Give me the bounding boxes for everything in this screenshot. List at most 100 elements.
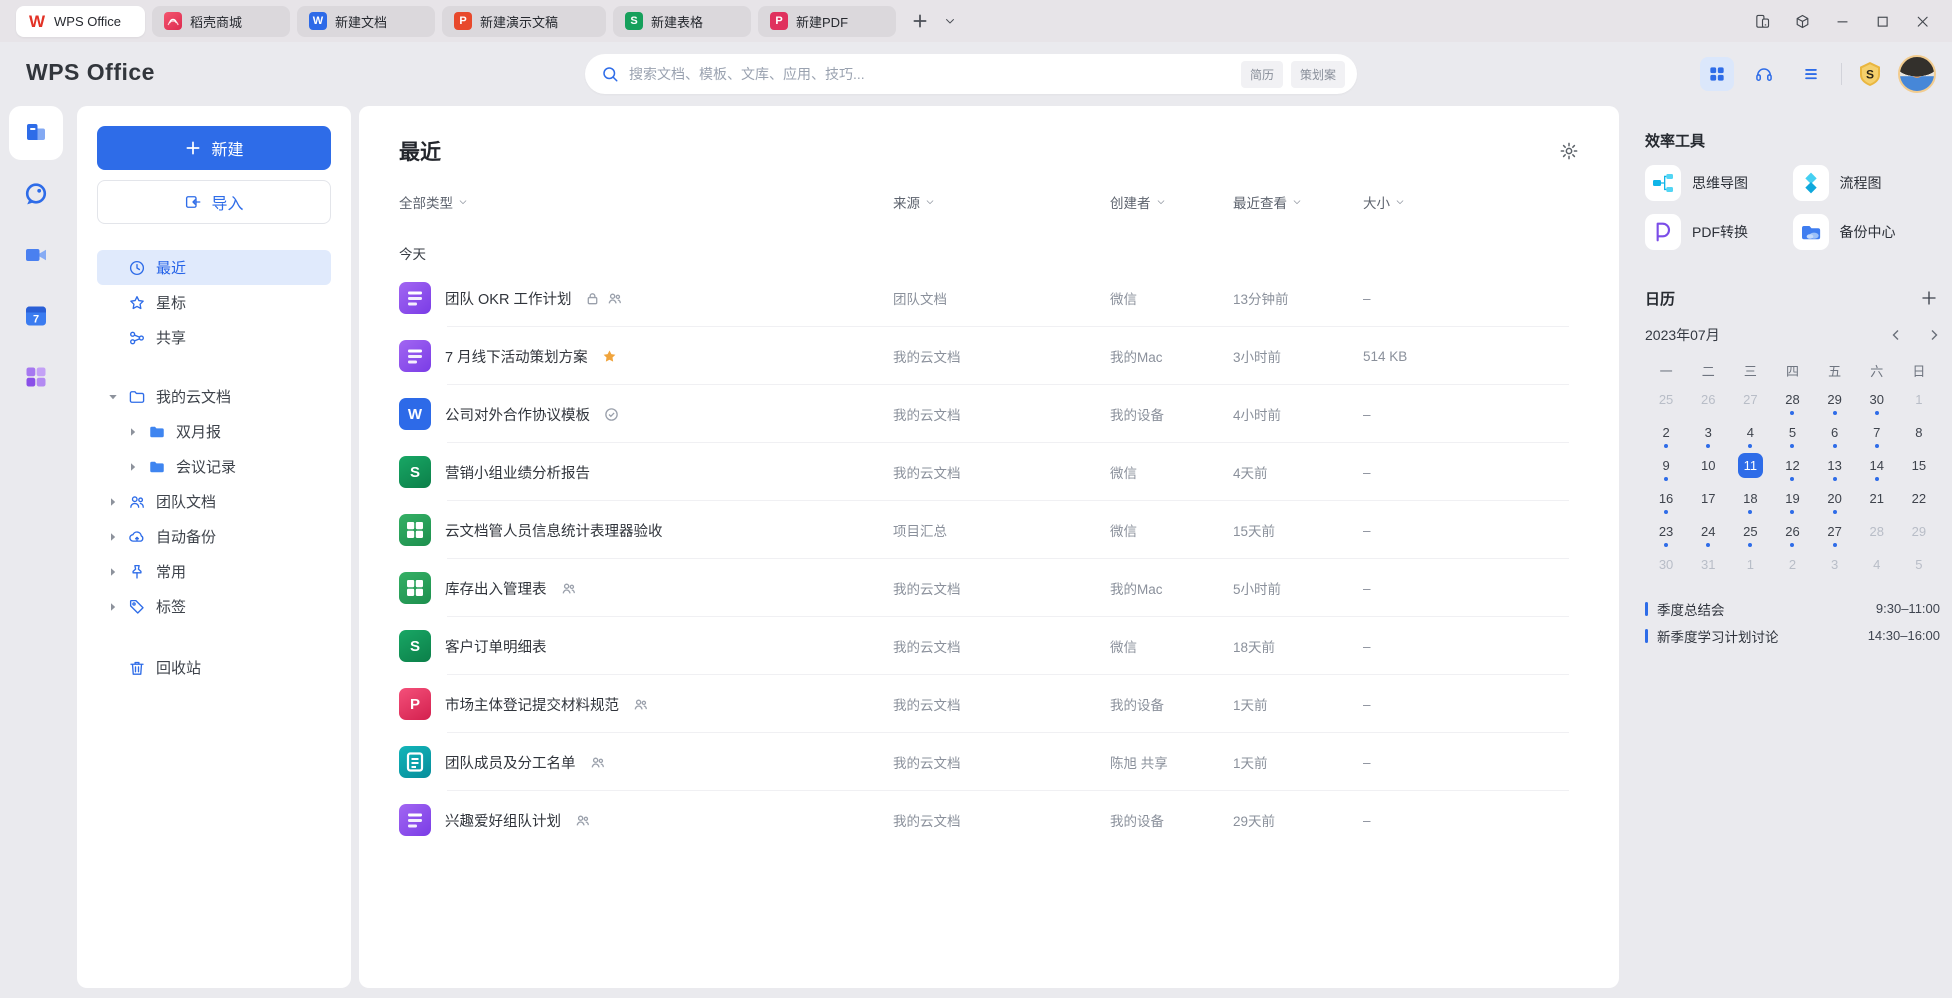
calendar-day[interactable]: 6 [1814,416,1856,449]
headset-button[interactable] [1747,57,1781,91]
calendar-day[interactable]: 1 [1898,383,1940,416]
calendar-prev-button[interactable] [1890,329,1902,341]
sidebar-item[interactable]: 共享 [97,320,331,355]
calendar-day[interactable]: 11 [1729,449,1771,482]
sidebar-tree-item[interactable]: 团队文档 [97,484,331,519]
sidebar-item[interactable]: 星标 [97,285,331,320]
calendar-day[interactable]: 30 [1645,548,1687,581]
sidebar-tree-item[interactable]: 会议记录 [97,449,331,484]
calendar-day[interactable]: 20 [1814,482,1856,515]
calendar-day[interactable]: 3 [1687,416,1729,449]
file-row[interactable]: 库存出入管理表 我的云文档 我的Mac 5小时前 – [399,559,1579,617]
calendar-day[interactable]: 7 [1856,416,1898,449]
device-sync-button[interactable] [1748,7,1776,35]
sidebar-tree-item[interactable]: 双月报 [97,414,331,449]
caret-right-icon[interactable] [108,532,118,542]
rail-item-meeting[interactable] [9,228,63,282]
calendar-day[interactable]: 4 [1856,548,1898,581]
add-event-button[interactable] [1920,289,1940,309]
caret-right-icon[interactable] [108,497,118,507]
settings-gear-icon[interactable] [1559,141,1579,161]
calendar-day[interactable]: 25 [1645,383,1687,416]
search-hot-tag[interactable]: 简历 [1241,61,1283,88]
tab[interactable]: P新建PDF [758,6,896,37]
file-row[interactable]: S客户订单明细表 我的云文档 微信 18天前 – [399,617,1579,675]
caret-down-icon[interactable] [108,392,118,402]
tab[interactable]: 稻壳商城 [152,6,290,37]
filter-dropdown[interactable]: 来源 [893,192,935,212]
tab-list-chevron-button[interactable] [937,8,963,34]
calendar-day[interactable]: 8 [1898,416,1940,449]
sidebar-tree-item[interactable]: 自动备份 [97,519,331,554]
calendar-event[interactable]: 新季度学习计划讨论14:30–16:00 [1645,622,1940,649]
filter-dropdown[interactable]: 创建者 [1110,192,1166,212]
calendar-day[interactable]: 27 [1814,515,1856,548]
sidebar-item[interactable]: 最近 [97,250,331,285]
calendar-day[interactable]: 12 [1771,449,1813,482]
sidebar-tree-item[interactable]: 常用 [97,554,331,589]
caret-right-icon[interactable] [108,602,118,612]
rail-item-apps-purple[interactable] [9,350,63,404]
tab[interactable]: P新建演示文稿 [442,6,606,37]
new-document-button[interactable]: 新建 [97,126,331,170]
workspace-cube-button[interactable] [1788,7,1816,35]
calendar-day[interactable]: 17 [1687,482,1729,515]
rail-item-calendar-7[interactable]: 7 [9,289,63,343]
minimize-button[interactable] [1828,7,1856,35]
calendar-day[interactable]: 30 [1856,383,1898,416]
calendar-day[interactable]: 21 [1856,482,1898,515]
calendar-day[interactable]: 22 [1898,482,1940,515]
calendar-day[interactable]: 18 [1729,482,1771,515]
menu-lines-button[interactable] [1794,57,1828,91]
file-row[interactable]: S营销小组业绩分析报告 我的云文档 微信 4天前 – [399,443,1579,501]
calendar-day[interactable]: 2 [1771,548,1813,581]
tab[interactable]: WWPS Office [16,6,145,37]
calendar-day[interactable]: 3 [1814,548,1856,581]
calendar-day[interactable]: 23 [1645,515,1687,548]
calendar-day[interactable]: 2 [1645,416,1687,449]
maximize-button[interactable] [1868,7,1896,35]
file-row[interactable]: 7 月线下活动策划方案 我的云文档 我的Mac 3小时前 514 KB [399,327,1579,385]
calendar-day[interactable]: 27 [1729,383,1771,416]
file-row[interactable]: W公司对外合作协议模板 我的云文档 我的设备 4小时前 – [399,385,1579,443]
calendar-day[interactable]: 14 [1856,449,1898,482]
sidebar-tree-item[interactable]: 标签 [97,589,331,624]
calendar-day[interactable]: 1 [1729,548,1771,581]
calendar-day[interactable]: 9 [1645,449,1687,482]
filter-dropdown[interactable]: 最近查看 [1233,192,1302,212]
calendar-day[interactable]: 29 [1814,383,1856,416]
calendar-day[interactable]: 19 [1771,482,1813,515]
calendar-day[interactable]: 5 [1771,416,1813,449]
calendar-day[interactable]: 31 [1687,548,1729,581]
rail-item-docs[interactable] [9,106,63,160]
calendar-day[interactable]: 25 [1729,515,1771,548]
tab[interactable]: S新建表格 [613,6,751,37]
calendar-day[interactable]: 29 [1898,515,1940,548]
tool-backup-center[interactable]: 备份中心 [1793,214,1941,250]
calendar-day[interactable]: 5 [1898,548,1940,581]
search-bar[interactable]: 搜索文档、模板、文库、应用、技巧... 简历策划案 [585,54,1357,94]
calendar-day[interactable]: 16 [1645,482,1687,515]
caret-right-icon[interactable] [128,427,138,437]
calendar-next-button[interactable] [1928,329,1940,341]
file-row[interactable]: 兴趣爱好组队计划 我的云文档 我的设备 29天前 – [399,791,1579,849]
calendar-day[interactable]: 28 [1856,515,1898,548]
sidebar-item-trash[interactable]: 回收站 [97,650,331,685]
new-tab-button[interactable] [907,8,933,34]
sidebar-tree-item[interactable]: 我的云文档 [97,379,331,414]
import-button[interactable]: 导入 [97,180,331,224]
filter-dropdown[interactable]: 全部类型 [399,192,468,212]
calendar-day[interactable]: 28 [1771,383,1813,416]
file-row[interactable]: 团队 OKR 工作计划 团队文档 微信 13分钟前 – [399,269,1579,327]
calendar-event[interactable]: 季度总结会9:30–11:00 [1645,595,1940,622]
search-hot-tag[interactable]: 策划案 [1291,61,1345,88]
calendar-day[interactable]: 15 [1898,449,1940,482]
filter-dropdown[interactable]: 大小 [1363,192,1405,212]
tab[interactable]: W新建文档 [297,6,435,37]
calendar-day[interactable]: 10 [1687,449,1729,482]
tool-flowchart[interactable]: 流程图 [1793,165,1941,201]
tool-mindmap[interactable]: 思维导图 [1645,165,1793,201]
tool-pdf-convert[interactable]: PDF转换 [1645,214,1793,250]
caret-right-icon[interactable] [108,567,118,577]
calendar-day[interactable]: 4 [1729,416,1771,449]
